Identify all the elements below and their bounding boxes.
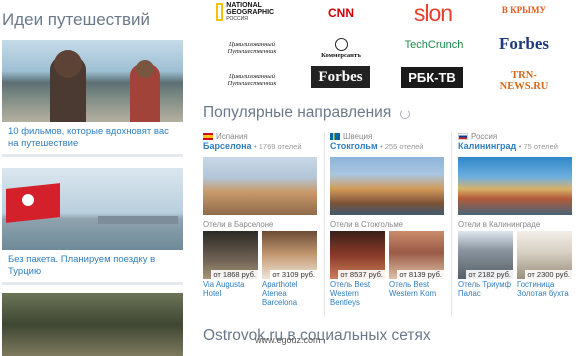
- natgeo-sub: РОССИЯ: [226, 16, 248, 22]
- hotel-card[interactable]: от 8537 руб. Отель Best Western Bentleys: [330, 231, 385, 307]
- hotel-card[interactable]: от 2182 руб. Отель Триумф Палас: [458, 231, 513, 298]
- watermark-text: www.egouz.com: [255, 335, 321, 345]
- hotel-price: от 8139 руб.: [397, 270, 444, 279]
- hotel-price: от 8537 руб.: [338, 270, 385, 279]
- travel-ideas-title: Идеи путешествий: [2, 10, 150, 29]
- country-name: Россия: [471, 132, 498, 141]
- russia-flag-icon: [458, 133, 468, 140]
- hotel-price: от 1868 руб.: [211, 270, 258, 279]
- hotel-price: от 2182 руб.: [466, 270, 513, 279]
- city-photo[interactable]: [330, 157, 444, 215]
- hotel-card[interactable]: от 3109 руб. Aparthotel Atenea Barcelona: [262, 231, 317, 307]
- popular-destinations-title: Популярные направления: [203, 104, 392, 121]
- natgeo-text: NATIONAL GEOGRAPHIC: [226, 2, 275, 16]
- city-photo[interactable]: [458, 157, 572, 215]
- card-divider: [2, 154, 183, 157]
- cnn-logo[interactable]: CNN: [327, 6, 355, 20]
- civil-traveler-logo[interactable]: Цивилизованный Путешественник: [212, 41, 292, 55]
- v-krymu-logo[interactable]: В КРЫМУ: [493, 5, 555, 15]
- article-photo-boat[interactable]: [2, 40, 183, 122]
- hotel-name-link[interactable]: Отель Best Western Kom: [389, 280, 444, 298]
- hotel-name-link[interactable]: Отель Best Western Bentleys: [330, 280, 385, 307]
- slon-logo[interactable]: slon: [398, 0, 468, 27]
- article-card[interactable]: 10 фильмов, которые вдохновят вас на пут…: [2, 40, 183, 157]
- techcrunch-logo[interactable]: TechCrunch: [402, 39, 466, 51]
- trn-news-logo[interactable]: TRN-NEWS.RU: [492, 70, 556, 92]
- city-row: Барселона • 1769 отелей: [203, 141, 321, 151]
- city-link[interactable]: Стокгольм: [330, 141, 378, 151]
- article-caption[interactable]: 10 фильмов, которые вдохновят вас на пут…: [2, 122, 183, 154]
- article-photo-istanbul[interactable]: [2, 168, 183, 250]
- city-photo[interactable]: [203, 157, 317, 215]
- city-link[interactable]: Барселона: [203, 141, 252, 151]
- column-divider: [451, 132, 452, 317]
- hotel-name-link[interactable]: Via Augusta Hotel: [203, 280, 258, 298]
- hotel-photo[interactable]: от 1868 руб.: [203, 231, 258, 279]
- article-card[interactable]: Без пакета. Планируем поездку в Турцию: [2, 168, 183, 285]
- loading-spinner-icon: [400, 109, 410, 119]
- natgeo-logo[interactable]: NATIONAL GEOGRAPHIC РОССИЯ: [216, 2, 282, 24]
- hotel-price: от 2300 руб.: [525, 270, 572, 279]
- hotel-photo[interactable]: от 8139 руб.: [389, 231, 444, 279]
- destination-barcelona: Испания Барселона • 1769 отелей Отели в …: [203, 132, 321, 307]
- hotel-card[interactable]: от 2300 руб. Гостиница Золотая бухта: [517, 231, 572, 298]
- article-caption[interactable]: Без пакета. Планируем поездку в Турцию: [2, 250, 183, 282]
- civil-traveler-logo[interactable]: Цивилизованный Путешественник: [212, 73, 292, 87]
- hotel-count: • 1769 отелей: [254, 142, 302, 151]
- spain-flag-icon: [203, 133, 213, 140]
- hotels-label: Отели в Барселоне: [203, 220, 274, 229]
- destination-kaliningrad: Россия Калининград • 75 отелей Отели в К…: [458, 132, 576, 298]
- hotel-card[interactable]: от 1868 руб. Via Augusta Hotel: [203, 231, 258, 307]
- country-name: Швеция: [343, 132, 373, 141]
- hotel-card[interactable]: от 8139 руб. Отель Best Western Kom: [389, 231, 444, 307]
- forbes-russia-logo[interactable]: Forbes: [311, 66, 370, 88]
- country-row: Испания: [203, 132, 321, 141]
- hotel-count: • 75 отелей: [518, 142, 558, 151]
- city-row: Калининград • 75 отелей: [458, 141, 576, 151]
- hotel-name-link[interactable]: Отель Триумф Палас: [458, 280, 513, 298]
- kommersant-text: Коммерсантъ: [321, 52, 361, 59]
- column-divider: [324, 132, 325, 317]
- country-name: Испания: [216, 132, 248, 141]
- hotel-price: от 3109 руб.: [270, 270, 317, 279]
- hotel-name-link[interactable]: Гостиница Золотая бухта: [517, 280, 572, 298]
- destination-stockholm: Швеция Стокгольм • 255 отелей Отели в Ст…: [330, 132, 448, 307]
- hotel-count: • 255 отелей: [380, 142, 424, 151]
- hotel-photo[interactable]: от 3109 руб.: [262, 231, 317, 279]
- hotel-photo[interactable]: от 2300 руб.: [517, 231, 572, 279]
- card-divider: [2, 282, 183, 285]
- city-link[interactable]: Калининград: [458, 141, 516, 151]
- country-row: Швеция: [330, 132, 448, 141]
- hotels-label: Отели в Стокгольме: [330, 220, 404, 229]
- hotel-photo[interactable]: от 8537 руб.: [330, 231, 385, 279]
- hotel-name-link[interactable]: Aparthotel Atenea Barcelona: [262, 280, 317, 307]
- city-row: Стокгольм • 255 отелей: [330, 141, 448, 151]
- sweden-flag-icon: [330, 133, 340, 140]
- rbk-tv-logo[interactable]: РБК-ТВ: [401, 67, 463, 88]
- forbes-logo[interactable]: Forbes: [492, 34, 556, 54]
- hotels-label: Отели в Калининграде: [458, 220, 541, 229]
- kommersant-logo[interactable]: Коммерсантъ: [318, 38, 364, 59]
- hotel-photo[interactable]: от 2182 руб.: [458, 231, 513, 279]
- country-row: Россия: [458, 132, 576, 141]
- article-photo-temple[interactable]: [2, 293, 183, 356]
